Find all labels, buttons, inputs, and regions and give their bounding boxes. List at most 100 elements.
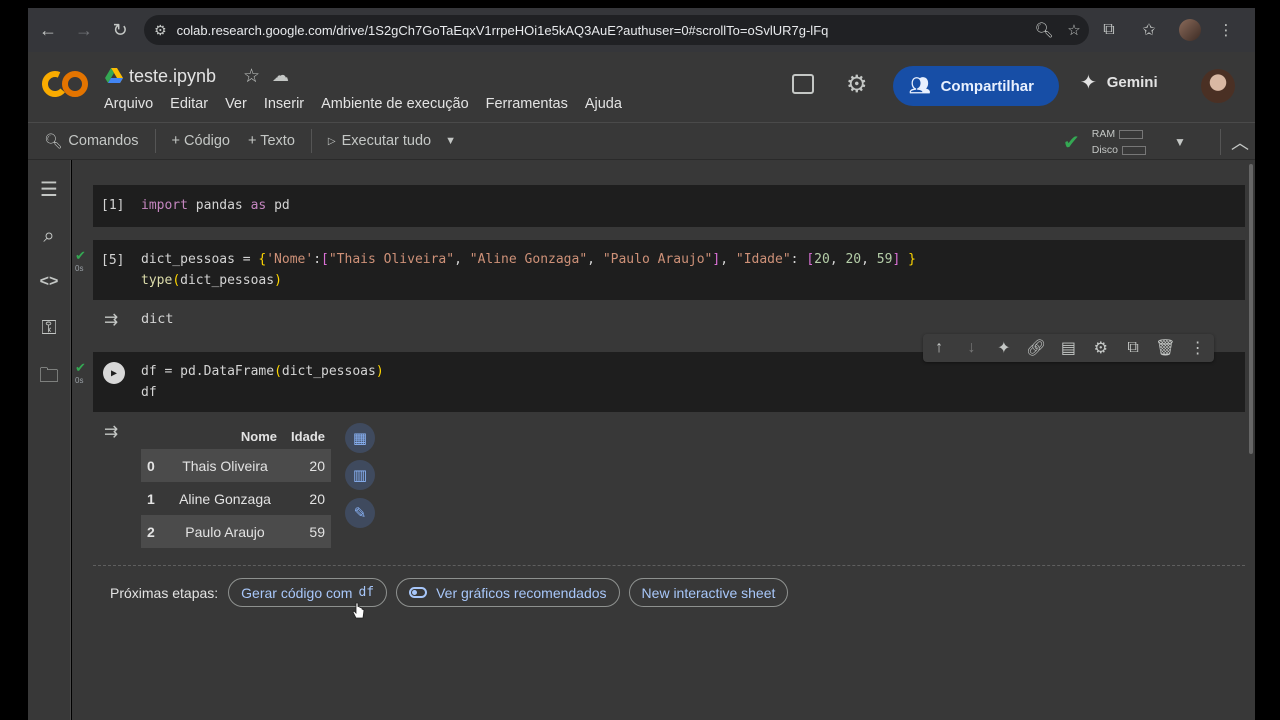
code-editor[interactable]: import pandas as pd [141,195,290,216]
magic-wand-icon[interactable]: ✎ [345,498,375,528]
search-icon: 🔍︎ [44,133,63,150]
code-token: import [141,198,188,213]
code-token: ) [274,273,282,288]
code-token: as [250,198,267,213]
code-line[interactable]: import pandas as pd [141,195,290,216]
chevron-down-icon[interactable]: ▼ [1174,135,1186,149]
back-icon[interactable]: ← [32,14,64,46]
code-token: } [908,252,916,267]
menu-ajuda[interactable]: Ajuda [585,96,622,112]
code-token: "Idade" [735,252,791,267]
output-toggle-icon[interactable]: ⇉ [104,310,118,330]
extensions-icon[interactable]: ⧉ [1089,21,1129,39]
add-code-button[interactable]: + Código [172,133,230,149]
notebook-title[interactable]: teste.ipynb [129,66,216,87]
chevron-up-icon[interactable]: ︿ [1220,129,1249,155]
add-text-button[interactable]: + Texto [248,133,295,149]
link-icon[interactable]: 🔗︎ [1024,338,1048,358]
gemini-button[interactable]: ✦ Gemini [1080,70,1158,95]
commands-button[interactable]: 🔍︎ Comandos [44,133,139,150]
code-editor[interactable]: dict_pessoas = {'Nome':["Thais Oliveira"… [141,249,916,291]
gemini-label: Gemini [1106,74,1158,91]
menu-ambiente-execucao[interactable]: Ambiente de execução [321,96,469,112]
table-of-contents-icon[interactable]: ☰ [37,178,61,202]
key-icon[interactable]: ⚿ [37,316,61,340]
menu-inserir[interactable]: Inserir [264,96,304,112]
comment-icon[interactable] [792,74,814,94]
url-text[interactable]: colab.research.google.com/drive/1S2gCh7G… [177,23,1029,38]
code-snippets-icon[interactable]: <> [37,270,61,294]
table-row: 1 Aline Gonzaga 20 [141,482,331,515]
browser-menu-icon[interactable]: ⋮ [1211,21,1241,39]
code-editor[interactable]: df = pd.DataFrame(dict_pessoas)df [141,361,384,403]
code-cell-1[interactable]: [1] import pandas as pd [93,185,1245,227]
execution-time: 0s [75,264,84,273]
output-text: dict [141,311,174,327]
code-token: dict_pessoas [180,273,275,288]
address-bar[interactable]: ⚙ colab.research.google.com/drive/1S2gCh… [144,15,1089,45]
forward-icon[interactable]: → [68,14,100,46]
code-line[interactable]: type(dict_pessoas) [141,270,916,291]
code-token: df = pd.DataFrame [141,364,275,379]
menu-ver[interactable]: Ver [225,96,247,112]
ram-label: RAM [1091,128,1116,140]
folder-icon[interactable]: 🗀 [37,364,61,388]
check-icon: ✔ [75,360,86,375]
reading-list-icon[interactable]: ✩ [1129,20,1169,40]
more-icon[interactable]: ⋮ [1186,338,1210,358]
code-token: dict_pessoas [281,364,376,379]
check-icon: ✔ [75,248,86,263]
arrow-up-icon[interactable]: ↑ [927,339,951,357]
execution-time: 0s [75,376,84,385]
code-token: df [141,385,157,400]
site-settings-icon[interactable]: ⚙ [154,22,167,39]
sparkle-icon[interactable]: ✦ [992,338,1016,358]
arrow-down-icon[interactable]: ↓ [959,339,983,357]
toggle-icon [409,587,428,598]
share-button[interactable]: 👥︎ Compartilhar [893,66,1059,106]
bookmark-star-icon[interactable]: ☆ [1059,21,1089,39]
code-cell-2[interactable]: [5] dict_pessoas = {'Nome':["Thais Olive… [93,240,1245,300]
mirror-cell-icon[interactable]: ⧉ [1121,339,1145,357]
cell-nome: Thais Oliveira [167,449,283,482]
colab-logo[interactable] [42,68,88,100]
scrollbar[interactable] [1249,164,1253,454]
zoom-icon[interactable]: 🔍︎ [1029,21,1059,39]
code-token: , [829,252,846,267]
gear-icon[interactable]: ⚙ [846,70,868,99]
browser-profile-avatar[interactable] [1179,19,1201,41]
trash-icon[interactable]: 🗑︎ [1153,338,1177,358]
recommended-charts-button[interactable]: Ver gráficos recomendados [396,578,620,607]
sparkle-icon: ✦ [1080,72,1097,94]
resources-indicator[interactable]: ✔ RAM Disco ▼ [1063,123,1186,161]
code-line[interactable]: dict_pessoas = {'Nome':["Thais Oliveira"… [141,249,916,270]
chart-suggestions-icon[interactable]: ▥ [345,460,375,490]
divider [310,129,312,153]
avatar[interactable] [1201,69,1235,103]
menu-editar[interactable]: Editar [170,96,208,112]
star-icon[interactable]: ☆ [243,65,260,88]
menu-bar: Arquivo Editar Ver Inserir Ambiente de e… [104,96,639,112]
code-token: "Aline Gonzaga" [469,252,588,267]
run-all-button[interactable]: ▷ Executar tudo ▼ [328,133,456,149]
code-line[interactable]: df = pd.DataFrame(dict_pessoas) [141,361,384,382]
menu-ferramentas[interactable]: Ferramentas [486,96,568,112]
gear-icon[interactable]: ⚙ [1089,338,1113,358]
code-token: , [454,252,470,267]
find-icon[interactable]: ⌕ [37,224,61,248]
code-token: pandas [187,198,251,213]
menu-arquivo[interactable]: Arquivo [104,96,153,112]
comment-icon[interactable]: ▤ [1056,338,1080,358]
table-row: 2 Paulo Araujo 59 [141,515,331,548]
code-line[interactable]: df [141,382,384,403]
run-cell-button[interactable]: ▶ [103,362,125,384]
execution-count: [1] [101,198,125,213]
reload-icon[interactable]: ↻ [104,14,136,46]
chevron-down-icon[interactable]: ▼ [445,135,456,147]
code-token: ) [375,364,384,379]
interactive-sheet-button[interactable]: New interactive sheet [628,578,789,607]
cell-nome: Paulo Araujo [167,515,283,548]
convert-to-table-icon[interactable]: ▦ [345,423,375,453]
output-toggle-icon[interactable]: ⇉ [104,422,118,442]
